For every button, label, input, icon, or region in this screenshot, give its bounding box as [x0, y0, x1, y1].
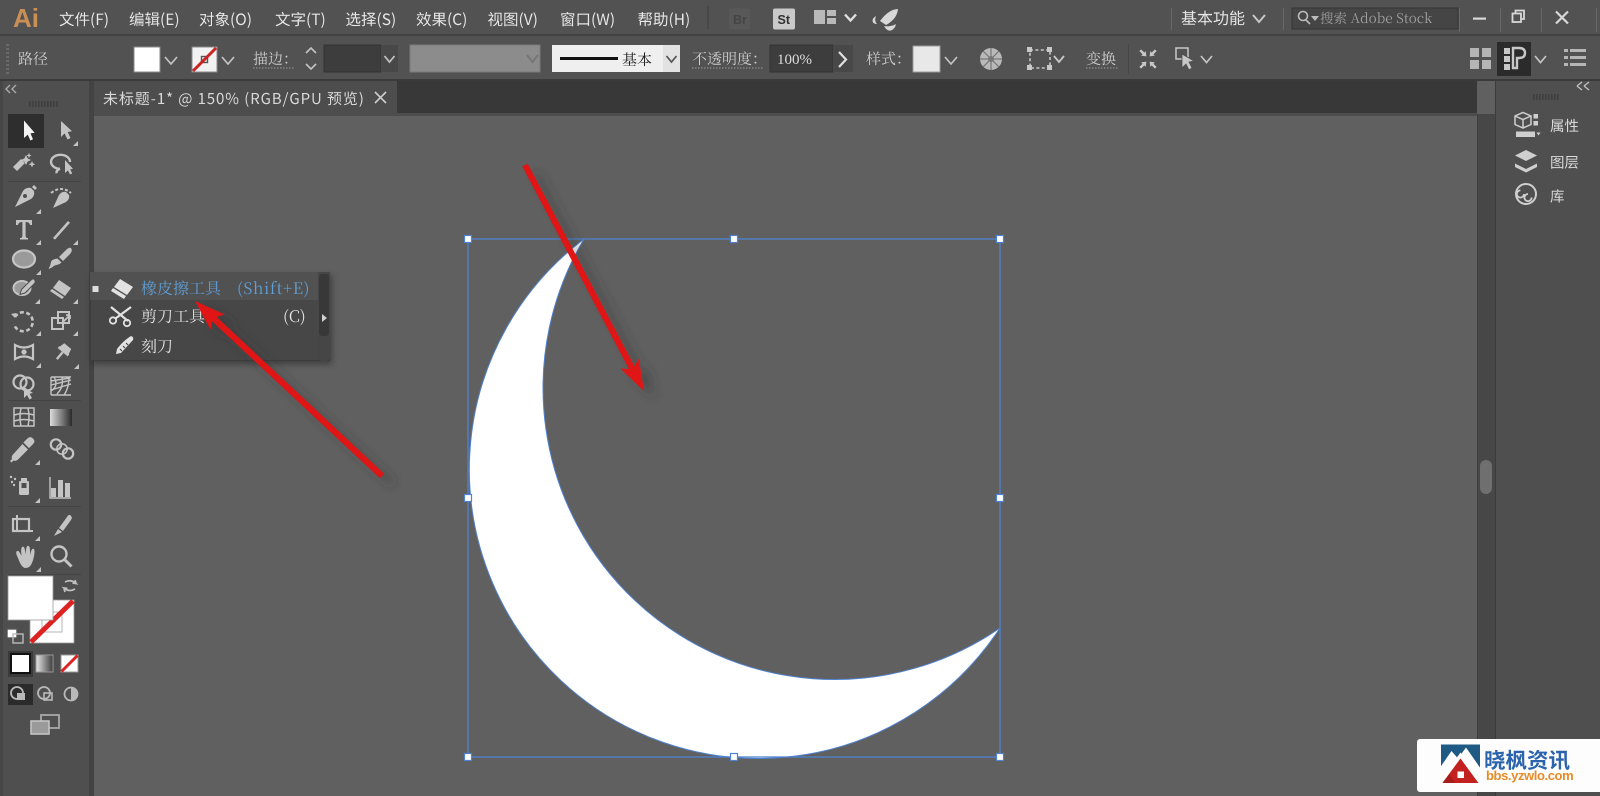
svg-text:bbs.yzwlo.com: bbs.yzwlo.com [1486, 768, 1573, 783]
